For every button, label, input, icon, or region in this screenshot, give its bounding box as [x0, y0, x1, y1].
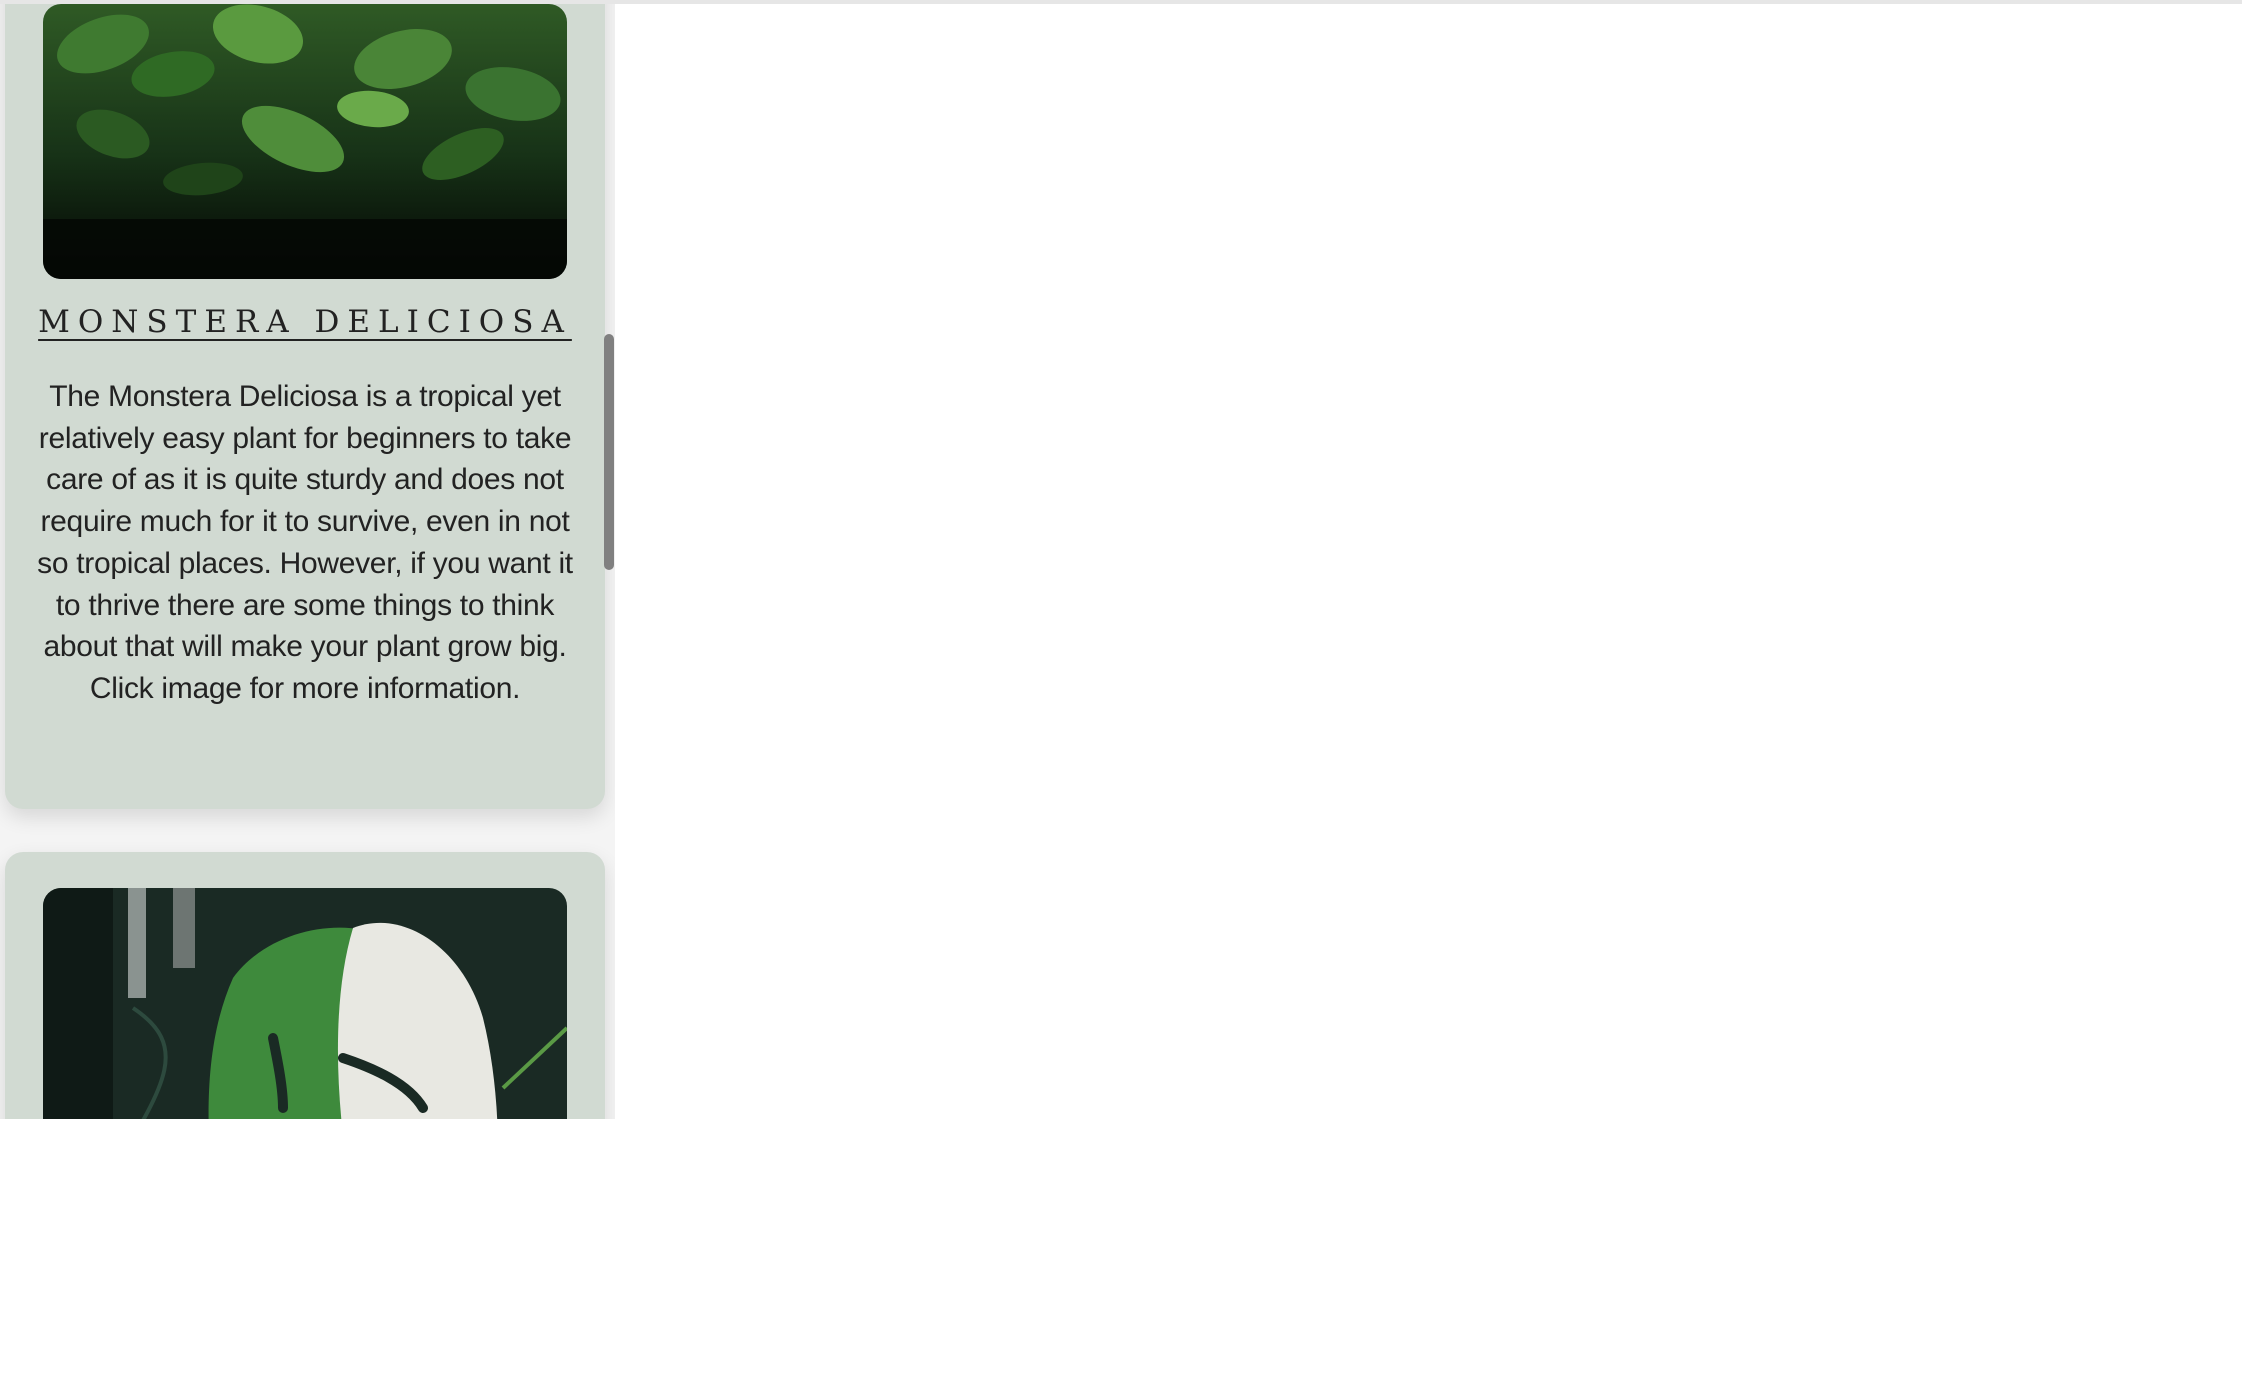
variegated-monstera-image	[43, 888, 567, 1119]
plant-image-link[interactable]	[43, 888, 567, 1119]
plant-card-title: MONSTERA DELICIOSA	[38, 304, 572, 340]
scroll-viewport[interactable]: MONSTERA DELICIOSA The Monstera Delicios…	[0, 4, 615, 1119]
jungle-foliage-image	[43, 4, 567, 279]
scrollbar-thumb[interactable]	[604, 334, 614, 570]
plant-card-description: The Monstera Deliciosa is a tropical yet…	[37, 380, 573, 705]
plant-card-variegated-monstera	[5, 852, 605, 1119]
plant-image-link[interactable]	[43, 4, 567, 279]
plant-card-monstera-deliciosa: MONSTERA DELICIOSA The Monstera Delicios…	[5, 4, 605, 809]
